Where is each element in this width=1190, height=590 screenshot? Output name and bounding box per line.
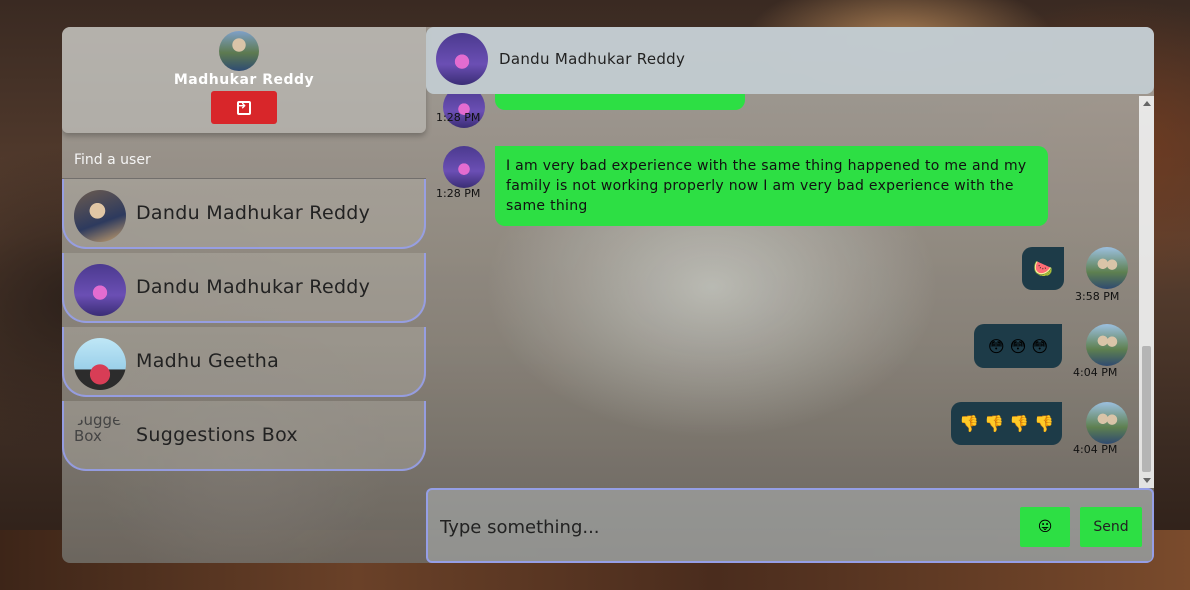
- user-name: Suggestions Box: [136, 424, 298, 446]
- message-bubble-outgoing: 👎 👎 👎 👎: [951, 402, 1062, 445]
- message-scrollbar[interactable]: [1139, 96, 1154, 488]
- profile-name: Madhukar Reddy: [173, 72, 315, 88]
- chat-app: Madhukar Reddy Dandu Madhukar Reddy Dand…: [62, 27, 1154, 563]
- message-composer: 😛 Send: [426, 488, 1154, 563]
- logout-icon: [237, 99, 251, 115]
- avatar: [74, 264, 126, 316]
- user-item-dandu-madhukar-reddy-1[interactable]: Dandu Madhukar Reddy: [62, 179, 426, 249]
- find-user-input[interactable]: [62, 141, 426, 179]
- profile-avatar: [219, 31, 259, 71]
- message-bubble-outgoing: 😳 😳 😳: [974, 324, 1062, 368]
- message-avatar: [443, 146, 485, 188]
- avatar: [74, 190, 126, 242]
- user-name: Dandu Madhukar Reddy: [136, 202, 371, 224]
- message-time: 4:04 PM: [1073, 366, 1118, 379]
- message-time: 1:28 PM: [436, 187, 481, 200]
- chat-header: Dandu Madhukar Reddy: [426, 27, 1154, 94]
- broken-image-avatar: Suggestions Box: [74, 412, 126, 464]
- user-item-madhu-geetha[interactable]: Madhu Geetha: [62, 327, 426, 397]
- message-time: 3:58 PM: [1075, 290, 1120, 303]
- contact-avatar: [436, 33, 488, 85]
- message-time: 1:28 PM: [436, 111, 481, 124]
- scroll-up-arrow-icon[interactable]: [1143, 101, 1151, 106]
- scroll-down-arrow-icon[interactable]: [1143, 478, 1151, 483]
- user-name: Dandu Madhukar Reddy: [136, 276, 371, 298]
- message-bubble-incoming: I am very bad experience with the same t…: [495, 146, 1048, 226]
- message-bubble-incoming: [495, 94, 745, 110]
- user-name: Madhu Geetha: [136, 350, 280, 372]
- profile-header: Madhukar Reddy: [62, 27, 426, 133]
- send-button[interactable]: Send: [1080, 507, 1142, 547]
- emoji-button[interactable]: 😛: [1020, 507, 1070, 547]
- message-time: 4:04 PM: [1073, 443, 1118, 456]
- broken-image-alt-text: Suggestions Box: [74, 412, 126, 445]
- message-avatar: [1086, 402, 1128, 444]
- avatar: [74, 338, 126, 390]
- message-bubble-outgoing: 🍉: [1022, 247, 1064, 290]
- message-avatar: [1086, 247, 1128, 289]
- user-item-suggestions-box[interactable]: Suggestions Box Suggestions Box: [62, 401, 426, 471]
- user-list: Dandu Madhukar Reddy Dandu Madhukar Redd…: [62, 179, 426, 475]
- message-input[interactable]: [438, 502, 1012, 552]
- logout-button[interactable]: [211, 91, 277, 124]
- sidebar: Madhukar Reddy Dandu Madhukar Reddy Dand…: [62, 27, 426, 563]
- message-list: 1:28 PM 1:28 PM I am very bad experience…: [426, 94, 1139, 486]
- scroll-thumb[interactable]: [1142, 346, 1151, 472]
- user-item-dandu-madhukar-reddy-2[interactable]: Dandu Madhukar Reddy: [62, 253, 426, 323]
- contact-name: Dandu Madhukar Reddy: [499, 50, 686, 68]
- message-avatar: [1086, 324, 1128, 366]
